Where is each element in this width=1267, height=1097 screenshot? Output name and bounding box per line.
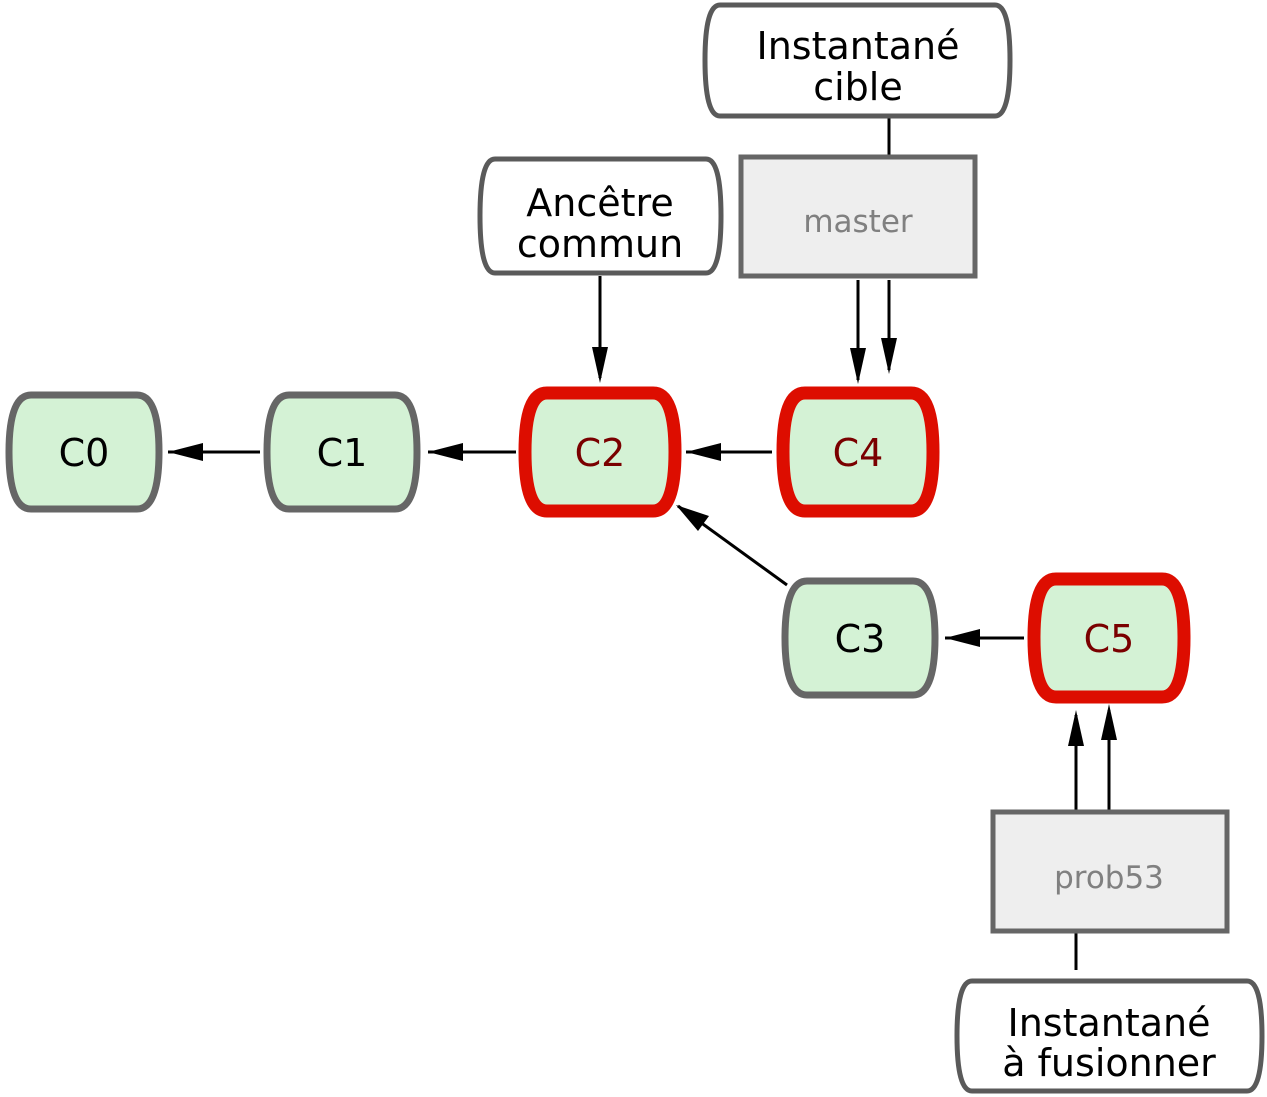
branch-prob53-label: prob53 xyxy=(1054,860,1164,896)
commit-c1: C1 xyxy=(263,391,421,513)
label-merge: Instantané à fusionner xyxy=(954,978,1265,1094)
arrowhead-prob53-c5-a xyxy=(1068,710,1084,746)
commit-c4: C4 xyxy=(776,386,940,518)
branch-master-label: master xyxy=(803,204,913,240)
label-ancestor-line1: Ancêtre xyxy=(526,181,673,225)
label-target: Instantané cible xyxy=(702,2,1013,119)
label-ancestor-line2: commun xyxy=(517,222,683,266)
label-merge-line1: Instantané xyxy=(1007,1001,1210,1045)
label-target-line1: Instantané xyxy=(756,24,959,68)
commit-c2-label: C2 xyxy=(575,431,626,475)
commit-c4-label: C4 xyxy=(833,431,884,475)
commit-c0: C0 xyxy=(5,391,163,513)
arrowhead-master-c4-b xyxy=(881,338,897,374)
commit-c3-label: C3 xyxy=(835,617,886,661)
label-target-line2: cible xyxy=(813,65,903,109)
git-merge-diagram: Instantané cible Ancêtre commun Instanta… xyxy=(5,2,1265,1094)
commit-c2: C2 xyxy=(518,386,682,518)
arrowhead-c4-c2 xyxy=(686,443,721,461)
commit-c5: C5 xyxy=(1027,572,1191,704)
label-merge-line2: à fusionner xyxy=(1002,1041,1216,1085)
arrowhead-c1-c0 xyxy=(168,443,203,461)
arrowhead-prob53-c5-b xyxy=(1101,704,1117,740)
label-ancestor: Ancêtre commun xyxy=(477,156,724,276)
branch-prob53: prob53 xyxy=(990,809,1230,934)
arrowhead-master-c4-a xyxy=(850,348,866,384)
commit-c3: C3 xyxy=(781,577,939,699)
branch-master: master xyxy=(738,154,978,279)
commit-c1-label: C1 xyxy=(317,431,368,475)
commits: C0 C1 C2 C4 C3 C5 xyxy=(5,386,1191,704)
commit-c5-label: C5 xyxy=(1084,617,1135,661)
commit-c0-label: C0 xyxy=(59,431,110,475)
arrowhead-ancestor-c2 xyxy=(592,347,608,383)
arrowhead-c3-c2 xyxy=(676,505,709,531)
arrowhead-c5-c3 xyxy=(945,629,980,647)
arrowhead-c2-c1 xyxy=(428,443,463,461)
